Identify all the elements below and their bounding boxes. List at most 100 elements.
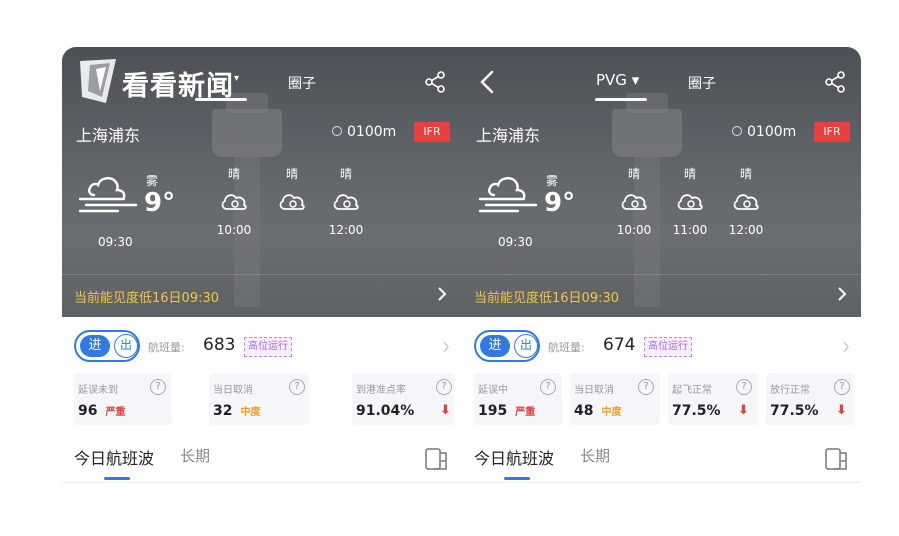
arrival-departure-toggle[interactable]: 进 出 — [74, 330, 140, 362]
tab-circle[interactable]: 圈子 — [688, 73, 716, 93]
calendar-icon[interactable] — [424, 447, 450, 471]
stat-card[interactable]: 延误中 ? 195 严重 — [474, 373, 562, 425]
forecast-time: 11:00 — [672, 223, 708, 237]
stat-card[interactable]: 到港准点率 ? 91.04% ⬇ — [352, 373, 454, 425]
stat-label: 到港准点率 — [356, 385, 406, 396]
stat-label: 起飞正常 — [672, 385, 712, 396]
stat-card[interactable]: 放行正常 ? 77.5% ⬇ — [766, 373, 854, 425]
help-icon[interactable]: ? — [436, 379, 452, 395]
top-bar: 看看新闻 ▾ 圈子 — [62, 47, 462, 113]
current-time: 09:30 — [498, 235, 533, 249]
bottom-tabs: 今日航班波 长期 — [62, 437, 462, 483]
help-icon[interactable]: ? — [150, 379, 166, 395]
screenshot-frame: 看看新闻 ▾ 圈子 上海浦东 0100m IFR 雾 9° 09:30 晴 10… — [62, 47, 861, 483]
sun-cloud-icon — [733, 194, 759, 210]
sun-cloud-icon — [677, 194, 703, 210]
help-icon[interactable]: ? — [638, 379, 654, 395]
tab-long-term[interactable]: 长期 — [580, 445, 610, 466]
forecast-time: 12:00 — [328, 223, 364, 237]
calendar-icon[interactable] — [824, 447, 850, 471]
left-panel: 看看新闻 ▾ 圈子 上海浦东 0100m IFR 雾 9° 09:30 晴 10… — [62, 47, 462, 483]
city-name: 上海浦东 — [76, 126, 141, 145]
stat-value: 32 中度 — [213, 403, 261, 419]
share-icon[interactable] — [824, 71, 846, 93]
visibility-alert[interactable]: 当前能见度低16日09:30 — [74, 287, 219, 306]
toggle-departure[interactable]: 出 — [514, 334, 538, 358]
kankan-logo-icon — [80, 59, 116, 103]
current-condition: 雾 — [546, 174, 559, 188]
severity-tag: 严重 — [105, 407, 126, 418]
stat-label: 延误中 — [478, 385, 508, 396]
share-icon[interactable] — [424, 71, 446, 93]
visibility-value: 0100m — [747, 124, 797, 140]
visibility-alert[interactable]: 当前能见度低16日09:30 — [474, 287, 619, 306]
visibility-readout: 0100m — [332, 124, 396, 140]
stat-card[interactable]: 当日取消 ? 48 中度 — [570, 373, 660, 425]
arrival-departure-toggle[interactable]: 进 出 — [474, 330, 540, 362]
stat-card[interactable]: 当日取消 ? 32 中度 — [209, 373, 309, 425]
stat-value: 77.5% — [672, 403, 721, 419]
tab-circle[interactable]: 圈子 — [288, 73, 316, 93]
forecast-time: 10:00 — [616, 223, 652, 237]
visibility-icon — [332, 126, 342, 136]
forecast-time: 12:00 — [728, 223, 764, 237]
help-icon[interactable]: ? — [289, 379, 305, 395]
forecast-condition: 晴 — [683, 167, 696, 181]
tab-airport-selector[interactable]: PVG ▾ — [596, 71, 639, 89]
flight-count: 674 — [603, 335, 636, 355]
flight-status-row: 进 出 航班量: 683 高位运行 — [62, 317, 462, 373]
divider — [62, 274, 462, 275]
chevron-right-icon[interactable] — [436, 285, 448, 303]
stat-label: 放行正常 — [770, 385, 810, 396]
stat-value: 96 严重 — [78, 403, 126, 419]
flight-count: 683 — [203, 335, 236, 355]
help-icon[interactable]: ? — [736, 379, 752, 395]
help-icon[interactable]: ? — [834, 379, 850, 395]
stat-label: 当日取消 — [213, 385, 253, 396]
forecast-item: 晴 12:00 — [326, 165, 366, 237]
stat-label: 延误未到 — [78, 385, 118, 396]
forecast-condition: 晴 — [739, 167, 752, 181]
stat-value: 195 严重 — [478, 403, 536, 419]
stat-card[interactable]: 起飞正常 ? 77.5% ⬇ — [668, 373, 758, 425]
down-arrow-icon: ⬇ — [440, 403, 451, 418]
tab-long-term[interactable]: 长期 — [180, 445, 210, 466]
forecast-condition: 晴 — [627, 167, 640, 181]
forecast-item: 晴 10:00 — [614, 165, 654, 237]
severity-tag: 中度 — [240, 407, 261, 418]
city-name: 上海浦东 — [476, 126, 541, 145]
chevron-right-icon[interactable] — [442, 341, 450, 353]
tab-today-waves[interactable]: 今日航班波 — [474, 445, 554, 469]
tab-today-waves[interactable]: 今日航班波 — [74, 445, 154, 469]
chevron-right-icon[interactable] — [836, 285, 848, 303]
help-icon[interactable]: ? — [540, 379, 556, 395]
active-tab-underline — [595, 98, 647, 101]
current-temperature: 9° — [544, 188, 576, 218]
current-condition: 雾 — [146, 174, 159, 188]
active-tab-underline — [504, 477, 530, 480]
visibility-icon — [732, 126, 742, 136]
forecast-item: 晴 11:00 — [670, 165, 710, 237]
toggle-arrival[interactable]: 进 — [480, 335, 510, 357]
right-panel: PVG ▾ 圈子 上海浦东 0100m IFR 雾 9° 09:30 晴 10:… — [462, 47, 861, 483]
top-bar: PVG ▾ 圈子 — [462, 47, 861, 113]
toggle-arrival[interactable]: 进 — [80, 335, 110, 357]
back-arrow-icon[interactable] — [478, 69, 496, 95]
current-temperature: 9° — [144, 188, 176, 218]
forecast-item: 晴 — [272, 165, 312, 223]
forecast-item: 晴 10:00 — [214, 165, 254, 237]
sun-cloud-icon — [279, 194, 305, 210]
stat-value: 77.5% — [770, 403, 819, 419]
divider — [462, 482, 861, 483]
forecast-condition: 晴 — [285, 167, 298, 181]
chevron-right-icon[interactable] — [842, 341, 850, 353]
stat-value: 48 中度 — [574, 403, 622, 419]
divider — [62, 482, 462, 483]
sun-cloud-icon — [333, 194, 359, 210]
sun-cloud-icon — [621, 194, 647, 210]
dropdown-caret-icon[interactable]: ▾ — [234, 73, 239, 84]
stat-card[interactable]: 延误未到 ? 96 严重 — [74, 373, 172, 425]
toggle-departure[interactable]: 出 — [114, 334, 138, 358]
fog-icon — [478, 177, 538, 213]
flight-count-label: 航班量: — [148, 341, 185, 354]
